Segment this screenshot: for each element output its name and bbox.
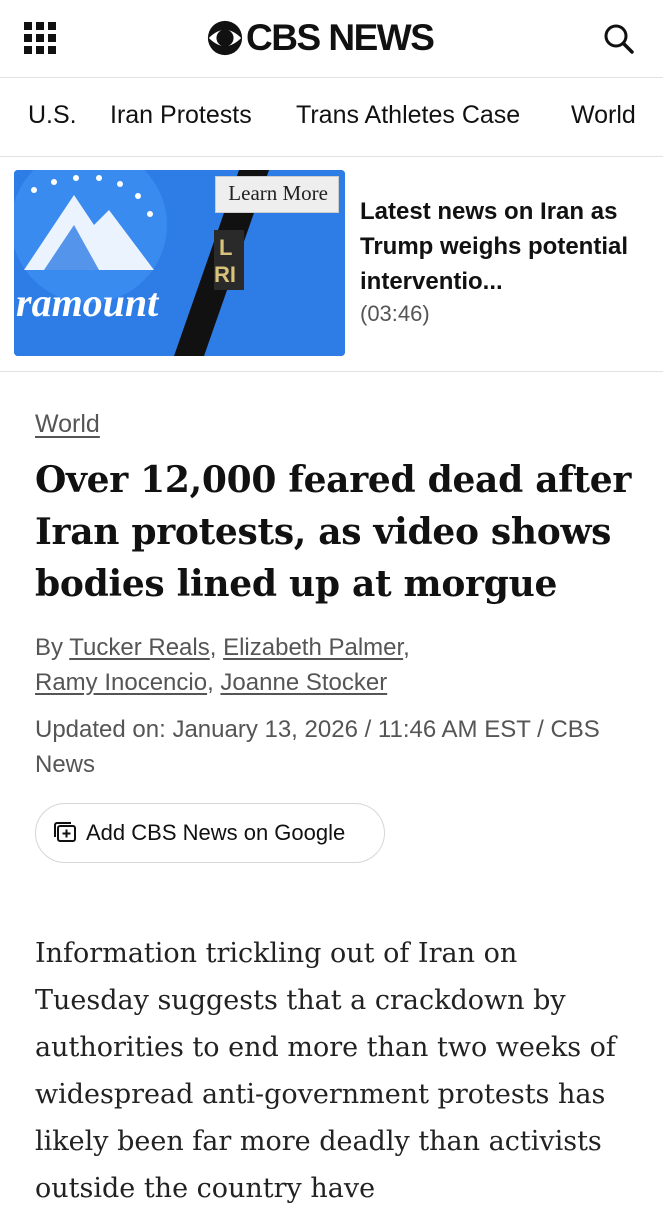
video-promo[interactable]: ramount L RI Learn More Latest news on I… xyxy=(0,158,663,372)
svg-text:RI: RI xyxy=(214,262,236,287)
search-icon[interactable] xyxy=(602,22,636,56)
thumbnail-text: ramount xyxy=(16,280,160,325)
brand-name: CBS NEWS xyxy=(246,17,435,58)
site-header: CBS NEWS xyxy=(0,0,663,78)
byline: By Tucker Reals, Elizabeth Palmer, Ramy … xyxy=(35,634,410,696)
cbs-eye-logo-icon xyxy=(207,20,243,56)
category-link[interactable]: World xyxy=(35,410,100,439)
google-button-label: Add CBS News on Google xyxy=(86,820,346,845)
promo-title[interactable]: Latest news on Iran as Trump weighs pote… xyxy=(360,194,652,299)
author-link[interactable]: Ramy Inocencio xyxy=(35,669,207,696)
learn-more-button[interactable]: Learn More xyxy=(215,176,339,213)
svg-text:L: L xyxy=(219,235,232,260)
grid-menu-icon[interactable] xyxy=(24,22,60,54)
nav-item-trans-athletes-case[interactable]: Trans Athletes Case xyxy=(296,101,520,130)
byline-prefix: By xyxy=(35,634,64,661)
author-link[interactable]: Tucker Reals xyxy=(69,634,209,661)
updated-timestamp: Updated on: January 13, 2026 / 11:46 AM … xyxy=(35,716,600,778)
article-headline: Over 12,000 feared dead after Iran prote… xyxy=(35,459,632,605)
nav-item-world[interactable]: World xyxy=(571,101,636,130)
section-nav: U.S. Iran Protests Trans Athletes Case W… xyxy=(0,79,663,157)
add-cbs-on-google-button[interactable]: Add CBS News on Google xyxy=(35,803,385,863)
author-link[interactable]: Joanne Stocker xyxy=(220,669,387,696)
author-link[interactable]: Elizabeth Palmer xyxy=(223,634,403,661)
nav-item-iran-protests[interactable]: Iran Protests xyxy=(110,101,252,130)
video-thumbnail[interactable]: ramount L RI Learn More xyxy=(14,170,345,356)
article-body: Information trickling out of Iran on Tue… xyxy=(35,938,616,1204)
add-source-icon xyxy=(54,822,76,842)
cbs-news-logo[interactable]: CBS NEWS xyxy=(206,16,435,60)
nav-item-us[interactable]: U.S. xyxy=(28,101,77,130)
video-duration: (03:46) xyxy=(360,301,430,326)
